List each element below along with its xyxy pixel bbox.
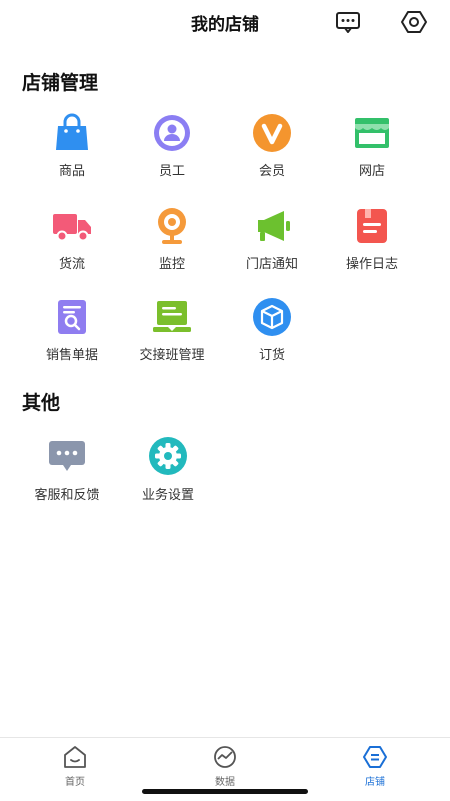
megaphone-icon <box>258 211 290 241</box>
menu-item-customer-service[interactable]: 客服和反馈 <box>17 436 117 506</box>
feedback-chat-icon <box>49 441 85 471</box>
menu-item-shift-handover[interactable]: 交接班管理 <box>122 296 222 366</box>
menu-item-members[interactable]: 会员 <box>222 112 322 182</box>
package-box-icon <box>253 298 291 336</box>
receipt-search-icon <box>58 300 86 334</box>
data-chart-icon <box>214 746 236 768</box>
top-header: 我的店铺 <box>0 0 450 44</box>
menu-item-sales-receipts[interactable]: 销售单据 <box>22 296 122 366</box>
menu-item-online-store[interactable]: 网店 <box>322 112 422 182</box>
menu-item-monitor[interactable]: 监控 <box>122 205 222 275</box>
person-badge-icon <box>154 115 190 151</box>
menu-item-business-settings[interactable]: 业务设置 <box>118 436 218 506</box>
hexagon-gear-icon[interactable] <box>400 8 428 36</box>
home-icon <box>64 746 86 768</box>
delivery-truck-icon <box>53 214 91 242</box>
menu-item-operation-log[interactable]: 操作日志 <box>322 205 422 275</box>
log-document-icon <box>357 209 387 243</box>
store-icon <box>363 746 387 768</box>
section-title-store-manage: 店铺管理 <box>22 72 99 94</box>
chat-bubble-icon[interactable] <box>334 8 362 36</box>
menu-item-order-goods[interactable]: 订货 <box>222 296 322 366</box>
home-indicator <box>142 789 308 794</box>
menu-item-staff[interactable]: 员工 <box>122 112 222 182</box>
tab-home[interactable]: 首页 <box>25 738 125 798</box>
section-title-other: 其他 <box>22 392 61 414</box>
page-title: 我的店铺 <box>191 15 259 35</box>
menu-item-logistics[interactable]: 货流 <box>22 205 122 275</box>
webcam-icon <box>158 208 186 244</box>
shopping-bag-icon <box>56 113 88 150</box>
menu-item-products[interactable]: 商品 <box>22 112 122 182</box>
laptop-handover-icon <box>153 301 191 332</box>
storefront-icon <box>355 118 389 148</box>
gear-icon <box>149 437 187 475</box>
tab-store[interactable]: 店铺 <box>325 738 425 798</box>
menu-item-store-notice[interactable]: 门店通知 <box>222 205 322 275</box>
vip-v-icon <box>253 114 291 152</box>
